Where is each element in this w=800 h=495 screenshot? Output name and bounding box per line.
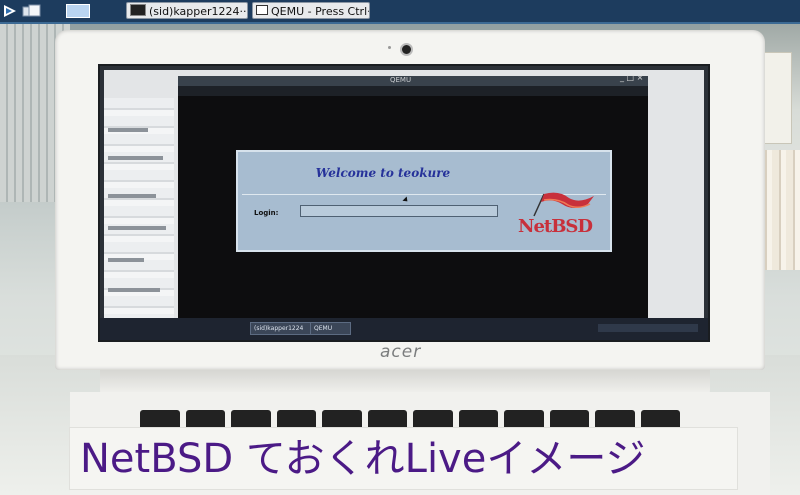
browser-page-text <box>104 98 174 318</box>
webcam-dot <box>388 46 391 49</box>
taskbar-window-terminal[interactable]: (sid)kapper1224··· <box>126 2 248 19</box>
taskbar-window-qemu[interactable]: QEMU - Press Ctrl··· <box>252 2 370 19</box>
netbsd-logo-text: NetBSD <box>518 216 593 237</box>
host-taskbar: (sid)kapper1224··· QEMU - Press Ctrl··· <box>0 0 800 24</box>
photographed-system-tray <box>598 324 698 332</box>
caption-text: NetBSD ておくれLiveイメージ <box>80 436 646 482</box>
login-field <box>300 205 498 217</box>
netbsd-login-dialog: Welcome to teokure Login: NetBSD <box>236 150 612 252</box>
welcome-title: Welcome to teokure <box>315 166 451 180</box>
terminal-icon <box>130 4 146 16</box>
photographed-desktop: QEMU _ □ × Welcome to teokure Login: Net… <box>100 66 708 340</box>
workspace-switcher-icon[interactable] <box>66 4 90 18</box>
qemu-window-title: QEMU <box>390 76 412 84</box>
photographed-task-1: (sid)kapper1224 <box>250 322 311 335</box>
show-desktop-icon[interactable] <box>22 4 42 18</box>
qemu-menubar <box>178 86 648 96</box>
taskbar-window-qemu-label: QEMU - Press Ctrl··· <box>271 5 370 18</box>
netbsd-logo: NetBSD <box>514 190 604 242</box>
webcam <box>400 43 413 56</box>
photo-background: QEMU _ □ × Welcome to teokure Login: Net… <box>0 0 800 495</box>
photographed-taskbar: (sid)kapper1224 QEMU <box>100 318 708 340</box>
start-menu-icon[interactable] <box>2 4 18 18</box>
laptop-brand-logo: acer <box>380 342 422 362</box>
photographed-task-2: QEMU <box>310 322 351 335</box>
login-label: Login: <box>254 209 279 217</box>
window-controls-icon: _ □ × <box>620 73 644 82</box>
window-icon <box>256 5 268 15</box>
taskbar-window-terminal-label: (sid)kapper1224··· <box>149 5 248 18</box>
